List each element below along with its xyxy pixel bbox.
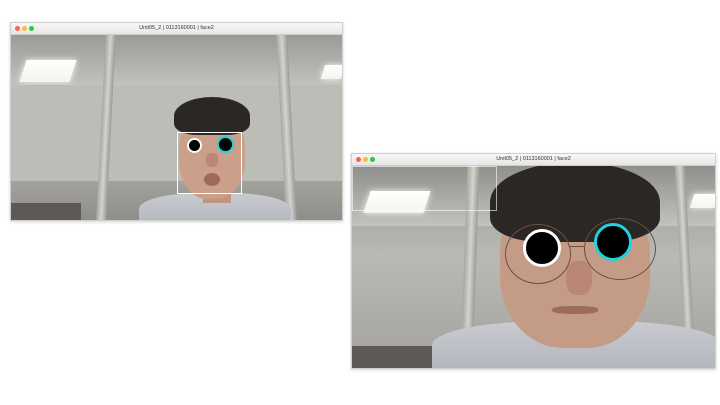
nose (566, 261, 592, 295)
left-eye-marker (187, 138, 202, 153)
right-eye-marker (217, 136, 234, 153)
desk-area (11, 203, 81, 220)
face-detection-box (352, 166, 497, 211)
hair (174, 97, 250, 135)
ceiling-light (689, 194, 715, 208)
glasses-bridge (570, 246, 585, 247)
window-title: Unit05_2 | 0113160001 | face2 (139, 25, 214, 31)
title-bar[interactable]: Unit05_2 | 0113160001 | face2 (11, 23, 342, 35)
title-bar[interactable]: Unit05_2 | 0113160001 | face2 (352, 154, 715, 166)
camera-frame (11, 35, 342, 220)
camera-feed (352, 166, 715, 368)
camera-frame (352, 166, 715, 368)
left-eye-marker (523, 229, 561, 267)
mouth (552, 306, 598, 314)
camera-feed (11, 35, 342, 220)
camera-window-small: Unit05_2 | 0113160001 | face2 (10, 22, 343, 221)
ceiling-light (320, 65, 342, 79)
ceiling-light (19, 60, 77, 82)
camera-window-large: Unit05_2 | 0113160001 | face2 (351, 153, 716, 369)
right-eye-marker (594, 223, 632, 261)
window-title: Unit05_2 | 0113160001 | face2 (496, 156, 571, 162)
desk-area (352, 346, 432, 368)
